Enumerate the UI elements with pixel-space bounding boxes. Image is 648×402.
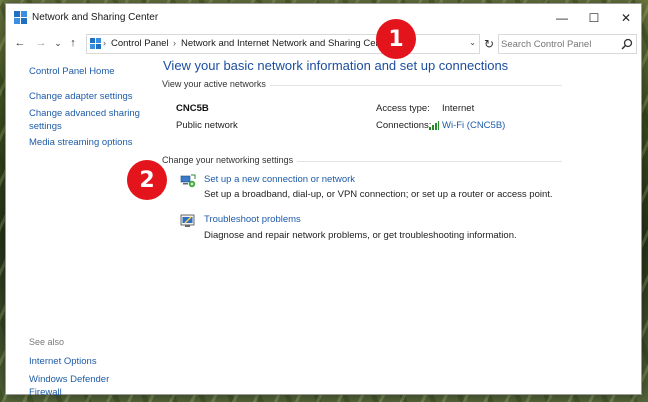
callout-2: 2: [127, 160, 167, 200]
minimize-button[interactable]: —: [546, 4, 578, 32]
sidebar-item-windows-defender-firewall[interactable]: Windows Defender Firewall: [29, 373, 141, 399]
address-bar: ← → ⌄ ↑ › Control Panel › Network and In…: [6, 32, 641, 56]
change-settings-heading: Change your networking settings: [162, 155, 298, 165]
network-setup-icon: [180, 174, 196, 188]
search-input[interactable]: [501, 36, 619, 52]
troubleshoot-icon: [180, 214, 195, 227]
connections-label: Connections:: [376, 120, 432, 131]
address-field[interactable]: › Control Panel › Network and Internet ›…: [86, 34, 480, 54]
search-box: [498, 34, 637, 54]
setup-connection-description: Set up a broadband, dial-up, or VPN conn…: [204, 189, 553, 200]
content-area: Control Panel Home Change adapter settin…: [6, 56, 643, 399]
see-also-label: See also: [29, 337, 65, 347]
breadcrumb-control-panel[interactable]: Control Panel: [111, 38, 169, 49]
title-bar: Network and Sharing Center — ☐ ✕: [6, 4, 641, 32]
breadcrumb-separator-icon: ›: [103, 38, 106, 48]
breadcrumb-network-internet[interactable]: Network and Internet: [181, 38, 269, 49]
sidebar-item-change-advanced-sharing-settings[interactable]: Change advanced sharing settings: [29, 107, 141, 133]
search-icon[interactable]: [621, 38, 633, 50]
main-panel: View your basic network information and …: [146, 56, 643, 396]
network-name: CNC5B: [176, 103, 209, 114]
sidebar-item-change-adapter-settings[interactable]: Change adapter settings: [29, 90, 141, 103]
setup-connection-link[interactable]: Set up a new connection or network: [204, 174, 355, 185]
callout-1: 1: [376, 19, 416, 59]
up-arrow-icon[interactable]: ↑: [65, 35, 81, 51]
close-button[interactable]: ✕: [610, 4, 642, 32]
active-networks-heading: View your active networks: [162, 79, 270, 89]
breadcrumb-network-sharing-center[interactable]: Network and Sharing Center: [272, 38, 392, 49]
troubleshoot-problems-description: Diagnose and repair network problems, or…: [204, 230, 517, 241]
forward-arrow-icon[interactable]: →: [33, 35, 49, 51]
address-dropdown-icon[interactable]: ⌄: [469, 38, 476, 47]
sidebar: Control Panel Home Change adapter settin…: [6, 56, 146, 399]
back-arrow-icon[interactable]: ←: [12, 35, 28, 51]
network-type[interactable]: Public network: [176, 120, 238, 131]
page-title: View your basic network information and …: [163, 58, 509, 73]
access-type-value: Internet: [442, 103, 475, 114]
refresh-icon[interactable]: ↻: [481, 35, 497, 53]
window-title: Network and Sharing Center: [32, 12, 159, 23]
access-type-label: Access type:: [376, 103, 430, 114]
control-panel-icon: [90, 38, 101, 49]
network-sharing-window: Network and Sharing Center — ☐ ✕ ← → ⌄ ↑…: [5, 3, 643, 399]
wifi-connection-link[interactable]: Wi-Fi (CNC5B): [442, 120, 505, 131]
network-center-icon: [14, 11, 27, 24]
wifi-signal-icon: [429, 121, 439, 130]
maximize-button[interactable]: ☐: [578, 4, 610, 32]
troubleshoot-problems-link[interactable]: Troubleshoot problems: [204, 214, 301, 225]
sidebar-item-control-panel-home[interactable]: Control Panel Home: [29, 65, 141, 78]
sidebar-item-internet-options[interactable]: Internet Options: [29, 355, 141, 368]
recent-locations-chevron-icon[interactable]: ⌄: [50, 35, 66, 51]
breadcrumb-separator-icon: ›: [264, 38, 267, 48]
breadcrumb-separator-icon: ›: [173, 38, 176, 48]
sidebar-item-media-streaming-options[interactable]: Media streaming options: [29, 136, 141, 149]
